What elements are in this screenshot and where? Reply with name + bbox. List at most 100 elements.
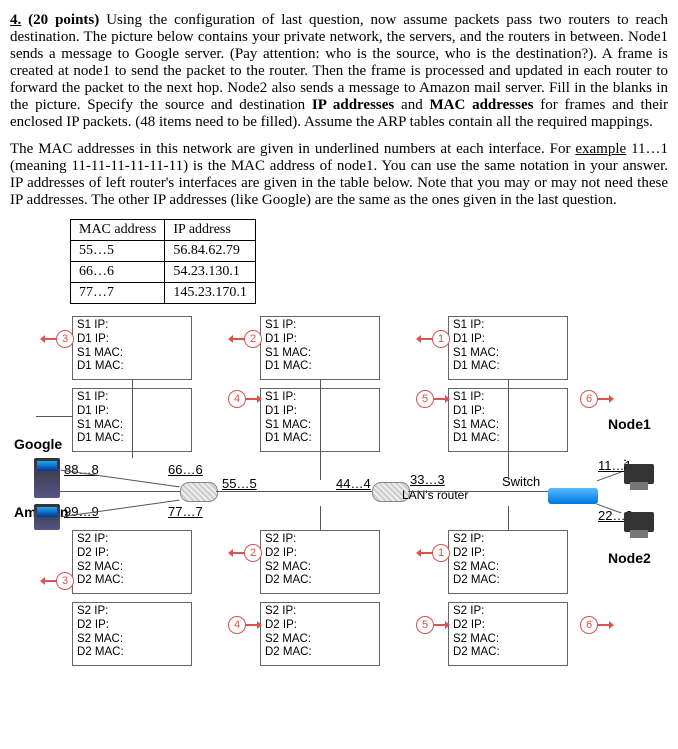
label-s2ip: S2 IP: (453, 533, 563, 547)
step-6-icon: 6 (580, 616, 598, 634)
mac-77: 77…7 (168, 504, 203, 519)
table-cell: 55…5 (71, 241, 165, 262)
blank-box-s1-hop3: S1 IP: D1 IP: S1 MAC: D1 MAC: (72, 316, 192, 380)
wire (61, 470, 180, 488)
q-macaddr: MAC addresses (429, 97, 540, 113)
wire (60, 491, 180, 492)
table-row: 55…5 56.84.62.79 (71, 241, 256, 262)
label-d2ip: D2 IP: (453, 547, 563, 561)
label-d1mac: D1 MAC: (77, 360, 187, 374)
q2-example-val: 11…1 (631, 141, 668, 157)
node2-pc-icon (624, 512, 654, 532)
table-row: 77…7 145.23.170.1 (71, 283, 256, 304)
wire (216, 491, 372, 492)
google-server-icon (34, 458, 60, 498)
label-s1mac: S1 MAC: (265, 347, 375, 361)
question-text: 4. (20 points) Using the configuration o… (10, 12, 668, 131)
label-s2ip: S2 IP: (77, 533, 187, 547)
q-and: and (401, 97, 423, 113)
wire (408, 491, 548, 492)
label-d2mac: D2 MAC: (265, 646, 375, 660)
step-3-icon: 3 (56, 572, 74, 590)
label-d2mac: D2 MAC: (77, 574, 187, 588)
label-d2ip: D2 IP: (265, 547, 375, 561)
step-1-icon: 1 (432, 330, 450, 348)
step-4-icon: 4 (228, 390, 246, 408)
table-header: MAC address (71, 220, 165, 241)
connector (320, 380, 321, 480)
q2-example: example (575, 141, 631, 157)
blank-box-s2-hop4b: S2 IP: D2 IP: S2 MAC: D2 MAC: (260, 602, 380, 666)
label-s2ip: S2 IP: (453, 605, 563, 619)
blank-box-s1-hop1: S1 IP: D1 IP: S1 MAC: D1 MAC: (448, 316, 568, 380)
label-d2mac: D2 MAC: (453, 646, 563, 660)
label-s2ip: S2 IP: (265, 605, 375, 619)
blank-box-s1-hop2: S1 IP: D1 IP: S1 MAC: D1 MAC: (260, 316, 380, 380)
label-s1ip: S1 IP: (77, 319, 187, 333)
label-d1ip: D1 IP: (453, 333, 563, 347)
antenna-icon: ⋮ (619, 457, 631, 471)
label-d2mac: D2 MAC: (265, 574, 375, 588)
label-s2ip: S2 IP: (265, 533, 375, 547)
step-5-icon: 5 (416, 390, 434, 408)
address-table: MAC address IP address 55…5 56.84.62.79 … (70, 219, 256, 304)
blank-box-s2-hop3: S2 IP: D2 IP: S2 MAC: D2 MAC: (72, 530, 192, 594)
label-d2mac: D2 MAC: (453, 574, 563, 588)
label-s2mac: S2 MAC: (453, 633, 563, 647)
connector (508, 380, 509, 480)
label-s2ip: S2 IP: (77, 605, 187, 619)
step-1-icon: 1 (432, 544, 450, 562)
label-s1mac: S1 MAC: (77, 347, 187, 361)
table-cell: 77…7 (71, 283, 165, 304)
label-s2mac: S2 MAC: (77, 561, 187, 575)
blank-box-s2-hop1: S2 IP: D2 IP: S2 MAC: D2 MAC: (448, 530, 568, 594)
label-d1mac: D1 MAC: (453, 360, 563, 374)
mac-44: 44…4 (336, 476, 371, 491)
table-cell: 66…6 (71, 262, 165, 283)
label-s1ip: S1 IP: (265, 319, 375, 333)
amazon-server-icon (34, 504, 60, 530)
label-d2ip: D2 IP: (453, 619, 563, 633)
label-s2mac: S2 MAC: (453, 561, 563, 575)
blank-box-s2-hop2: S2 IP: D2 IP: S2 MAC: D2 MAC: (260, 530, 380, 594)
table-header-row: MAC address IP address (71, 220, 256, 241)
table-cell: 56.84.62.79 (165, 241, 256, 262)
label-s1ip: S1 IP: (453, 319, 563, 333)
blank-box-s2-hop4: S2 IP: D2 IP: S2 MAC: D2 MAC: (72, 602, 192, 666)
question-text-2: The MAC addresses in this network are gi… (10, 141, 668, 209)
wire (597, 472, 622, 482)
q-number: 4. (10, 12, 21, 28)
label-s2mac: S2 MAC: (265, 561, 375, 575)
step-5-icon: 5 (416, 616, 434, 634)
q2-b: (meaning 11-11-11-11-11-11) is the MAC a… (10, 158, 668, 208)
table-header: IP address (165, 220, 256, 241)
table-cell: 145.23.170.1 (165, 283, 256, 304)
google-label: Google (14, 436, 62, 452)
step-2-icon: 2 (244, 544, 262, 562)
label-d2ip: D2 IP: (77, 619, 187, 633)
label-s1mac: S1 MAC: (453, 347, 563, 361)
mac-66: 66…6 (168, 462, 203, 477)
table-cell: 54.23.130.1 (165, 262, 256, 283)
label-d2mac: D2 MAC: (77, 646, 187, 660)
step-2-icon: 2 (244, 330, 262, 348)
arrow-line (36, 416, 72, 417)
node2-label: Node2 (608, 550, 651, 566)
label-d1ip: D1 IP: (77, 333, 187, 347)
step-6-icon: 6 (580, 390, 598, 408)
label-d2ip: D2 IP: (265, 619, 375, 633)
label-s2mac: S2 MAC: (265, 633, 375, 647)
label-d1ip: D1 IP: (265, 333, 375, 347)
q2-a: The MAC addresses in this network are gi… (10, 141, 570, 157)
table-row: 66…6 54.23.130.1 (71, 262, 256, 283)
label-d1mac: D1 MAC: (265, 360, 375, 374)
network-diagram: S1 IP: D1 IP: S1 MAC: D1 MAC: 3 S1 IP: D… (20, 316, 660, 732)
label-s2mac: S2 MAC: (77, 633, 187, 647)
mac-55: 55…5 (222, 476, 257, 491)
node1-label: Node1 (608, 416, 651, 432)
step-4-icon: 4 (228, 616, 246, 634)
connector (132, 380, 133, 458)
blank-box-s2-hop5: S2 IP: D2 IP: S2 MAC: D2 MAC: (448, 602, 568, 666)
label-d2ip: D2 IP: (77, 547, 187, 561)
switch-icon (548, 488, 598, 504)
